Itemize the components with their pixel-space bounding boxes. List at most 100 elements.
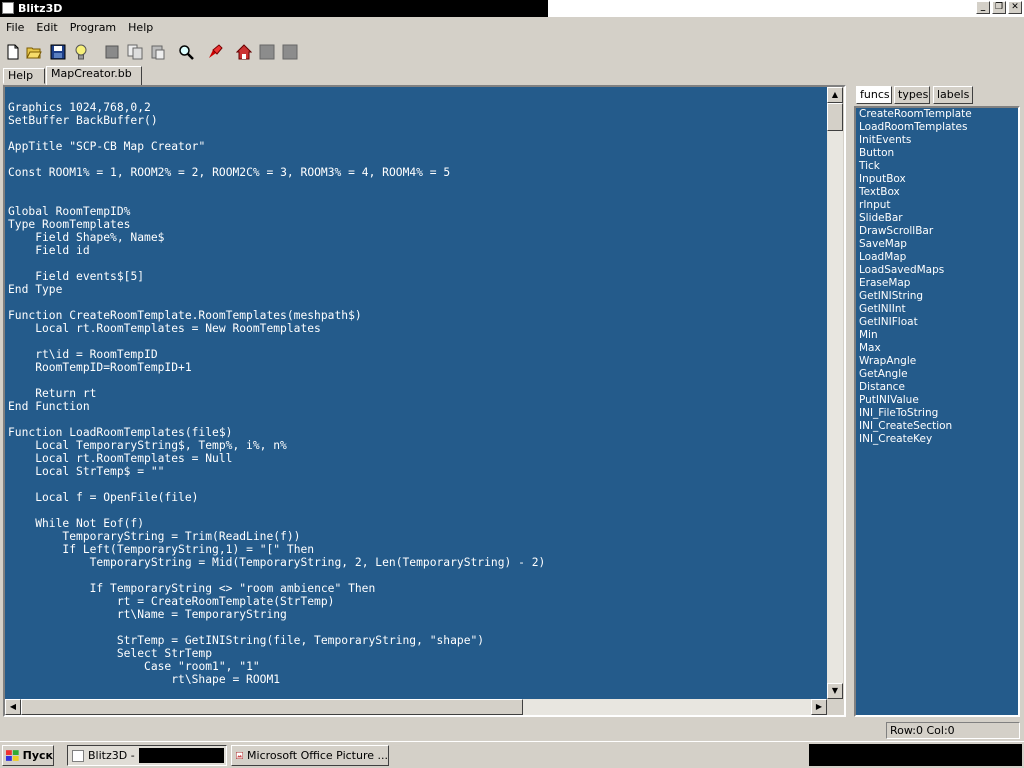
- code-line[interactable]: rt = CreateRoomTemplate(StrTemp): [8, 595, 545, 608]
- home-button[interactable]: [235, 43, 253, 61]
- code-line[interactable]: Function LoadRoomTemplates(file$): [8, 426, 545, 439]
- code-line[interactable]: TemporaryString = Trim(ReadLine(f)): [8, 530, 545, 543]
- function-list-item[interactable]: PutINIValue: [856, 394, 1018, 407]
- vertical-scroll-thumb[interactable]: [827, 103, 843, 131]
- horizontal-scroll-thumb[interactable]: [21, 699, 523, 715]
- paste-button[interactable]: [149, 43, 167, 61]
- horizontal-scrollbar[interactable]: ◀ ▶: [5, 699, 827, 715]
- scroll-up-button[interactable]: ▲: [827, 87, 843, 103]
- code-line[interactable]: AppTitle "SCP-CB Map Creator": [8, 140, 545, 153]
- cut-button[interactable]: [103, 43, 121, 61]
- code-line[interactable]: Local rt.RoomTemplates = New RoomTemplat…: [8, 322, 545, 335]
- code-line[interactable]: Const ROOM1% = 1, ROOM2% = 2, ROOM2C% = …: [8, 166, 545, 179]
- code-line[interactable]: Local TemporaryString$, Temp%, i%, n%: [8, 439, 545, 452]
- vertical-scrollbar[interactable]: ▲ ▼: [827, 87, 843, 699]
- code-line[interactable]: [8, 153, 545, 166]
- start-button[interactable]: Пуск: [2, 745, 54, 766]
- code-line[interactable]: If TemporaryString <> "room ambience" Th…: [8, 582, 545, 595]
- code-line[interactable]: Type RoomTemplates: [8, 218, 545, 231]
- code-line[interactable]: Field id: [8, 244, 545, 257]
- run-button[interactable]: [206, 43, 224, 61]
- function-list-item[interactable]: GetINIInt: [856, 303, 1018, 316]
- tab-labels[interactable]: labels: [933, 86, 973, 104]
- code-line[interactable]: Function CreateRoomTemplate.RoomTemplate…: [8, 309, 545, 322]
- function-list-item[interactable]: CreateRoomTemplate: [856, 108, 1018, 121]
- code-line[interactable]: TemporaryString = Mid(TemporaryString, 2…: [8, 556, 546, 569]
- code-line[interactable]: Graphics 1024,768,0,2: [8, 101, 545, 114]
- tab-types[interactable]: types: [894, 86, 930, 104]
- function-list-item[interactable]: EraseMap: [856, 277, 1018, 290]
- code-line[interactable]: Select StrTemp: [8, 647, 545, 660]
- code-line[interactable]: [8, 257, 545, 270]
- scroll-down-button[interactable]: ▼: [827, 683, 843, 699]
- code-line[interactable]: Return rt: [8, 387, 545, 400]
- menu-help[interactable]: Help: [122, 19, 159, 36]
- function-list-item[interactable]: rInput: [856, 199, 1018, 212]
- tab-funcs[interactable]: funcs: [856, 86, 892, 104]
- open-button[interactable]: [25, 43, 43, 61]
- menu-file[interactable]: File: [0, 19, 30, 36]
- code-line[interactable]: Case "room1", "1": [8, 660, 545, 673]
- task-blitz3d[interactable]: Blitz3D -: [67, 745, 227, 766]
- code-line[interactable]: If Left(TemporaryString,1) = "[" Then: [8, 543, 545, 556]
- menu-edit[interactable]: Edit: [30, 19, 63, 36]
- function-list-item[interactable]: Min: [856, 329, 1018, 342]
- tab-mapcreator[interactable]: MapCreator.bb: [46, 66, 142, 85]
- code-line[interactable]: rt\Shape = ROOM1: [8, 673, 545, 686]
- code-line[interactable]: End Function: [8, 400, 545, 413]
- function-list-item[interactable]: LoadRoomTemplates: [856, 121, 1018, 134]
- code-line[interactable]: [8, 569, 545, 582]
- function-list-item[interactable]: TextBox: [856, 186, 1018, 199]
- code-line[interactable]: Global RoomTempID%: [8, 205, 545, 218]
- function-list-item[interactable]: LoadSavedMaps: [856, 264, 1018, 277]
- lightbulb-button[interactable]: [72, 43, 90, 61]
- code-line[interactable]: rt\Name = TemporaryString: [8, 608, 545, 621]
- function-list-item[interactable]: DrawScrollBar: [856, 225, 1018, 238]
- function-list-item[interactable]: GetAngle: [856, 368, 1018, 381]
- code-editor[interactable]: Graphics 1024,768,0,2 SetBuffer BackBuffe…: [5, 87, 827, 699]
- code-line[interactable]: [8, 335, 545, 348]
- minimize-button[interactable]: _: [976, 1, 990, 14]
- code-line[interactable]: Local rt.RoomTemplates = Null: [8, 452, 545, 465]
- function-list-item[interactable]: Distance: [856, 381, 1018, 394]
- code-line[interactable]: [8, 374, 545, 387]
- function-list-item[interactable]: WrapAngle: [856, 355, 1018, 368]
- code-line[interactable]: [8, 127, 545, 140]
- menu-program[interactable]: Program: [64, 19, 122, 36]
- code-line[interactable]: Local StrTemp$ = "": [8, 465, 545, 478]
- code-line[interactable]: [8, 179, 545, 192]
- code-line[interactable]: StrTemp = GetINIString(file, TemporarySt…: [8, 634, 545, 647]
- code-line[interactable]: Field events$[5]: [8, 270, 545, 283]
- close-button[interactable]: ✕: [1008, 1, 1022, 14]
- code-line[interactable]: [8, 192, 545, 205]
- function-list-item[interactable]: Tick: [856, 160, 1018, 173]
- function-list-item[interactable]: InputBox: [856, 173, 1018, 186]
- code-line[interactable]: [8, 621, 545, 634]
- code-line[interactable]: Local f = OpenFile(file): [8, 491, 545, 504]
- task-office-picture[interactable]: Microsoft Office Picture ...: [231, 745, 389, 766]
- find-button[interactable]: [177, 43, 195, 61]
- save-button[interactable]: [49, 43, 67, 61]
- function-list-item[interactable]: Button: [856, 147, 1018, 160]
- function-list-item[interactable]: InitEvents: [856, 134, 1018, 147]
- function-list-item[interactable]: LoadMap: [856, 251, 1018, 264]
- code-text[interactable]: Graphics 1024,768,0,2 SetBuffer BackBuffe…: [8, 101, 545, 686]
- code-line[interactable]: While Not Eof(f): [8, 517, 545, 530]
- function-list-item[interactable]: GetINIString: [856, 290, 1018, 303]
- code-line[interactable]: RoomTempID=RoomTempID+1: [8, 361, 545, 374]
- function-list-item[interactable]: GetINIFloat: [856, 316, 1018, 329]
- back-button[interactable]: [258, 43, 276, 61]
- code-line[interactable]: [8, 504, 545, 517]
- code-line[interactable]: [8, 296, 545, 309]
- new-file-button[interactable]: [4, 43, 22, 61]
- code-line[interactable]: [8, 413, 545, 426]
- code-line[interactable]: SetBuffer BackBuffer(): [8, 114, 545, 127]
- function-list-item[interactable]: SaveMap: [856, 238, 1018, 251]
- function-list-item[interactable]: INI_FileToString: [856, 407, 1018, 420]
- restore-button[interactable]: ❐: [992, 1, 1006, 14]
- forward-button[interactable]: [281, 43, 299, 61]
- function-list-item[interactable]: INI_CreateKey: [856, 433, 1018, 446]
- code-line[interactable]: [8, 478, 545, 491]
- scroll-left-button[interactable]: ◀: [5, 699, 21, 715]
- code-line[interactable]: End Type: [8, 283, 545, 296]
